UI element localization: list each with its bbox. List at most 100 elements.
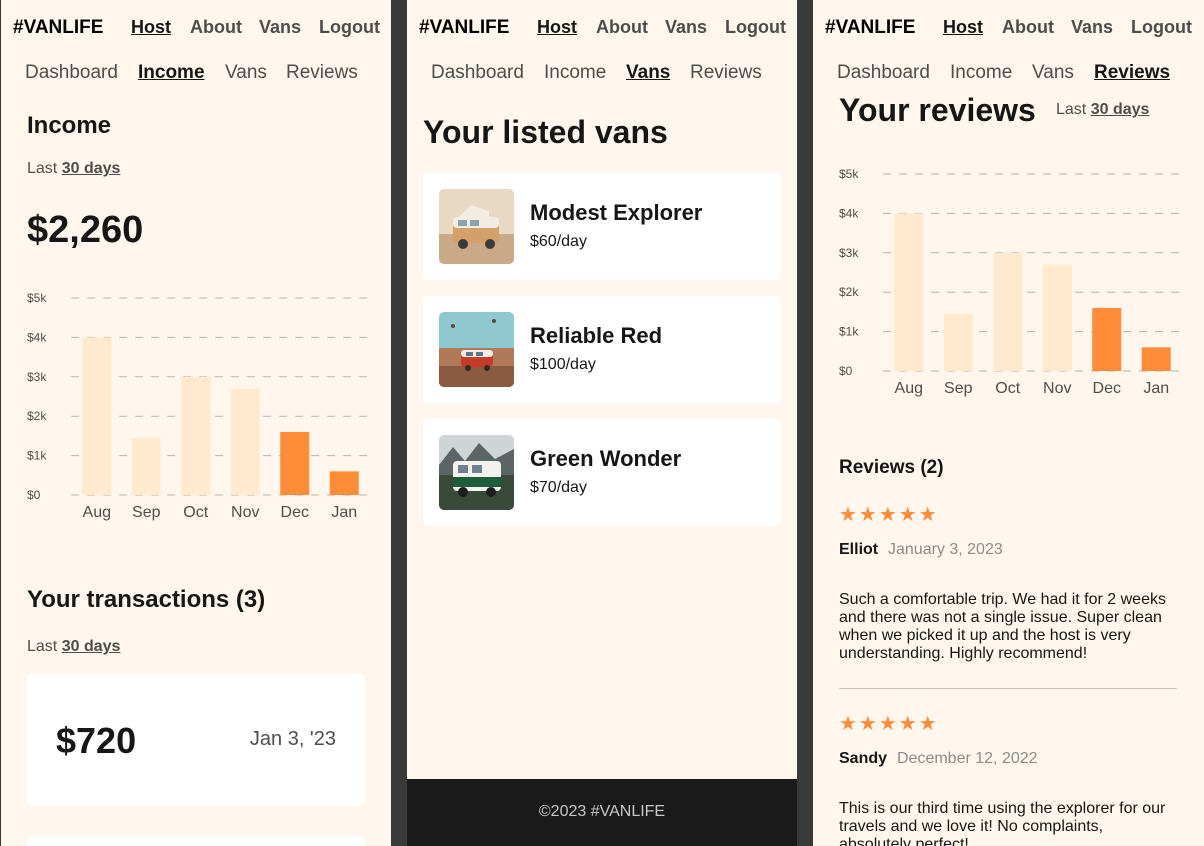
subnav-vans[interactable]: Vans <box>626 62 670 84</box>
review-date: January 3, 2023 <box>888 541 1003 558</box>
x-tick-label: Dec <box>281 504 309 521</box>
x-tick-label: Aug <box>895 380 923 397</box>
x-tick-label: Oct <box>995 380 1020 397</box>
van-card[interactable]: Reliable Red $100/day <box>423 296 781 403</box>
y-tick-label: $1k <box>27 449 47 463</box>
x-tick-label: Nov <box>1043 380 1071 397</box>
reviews-panel: #VANLIFE Host About Vans Logout Dashboar… <box>813 0 1204 846</box>
nav-logout[interactable]: Logout <box>725 17 786 38</box>
nav-host[interactable]: Host <box>537 17 577 38</box>
x-tick-label: Nov <box>231 504 259 521</box>
star-rating: ★★★★★ <box>839 504 939 526</box>
subnav-income[interactable]: Income <box>138 62 205 84</box>
bar-aug <box>894 213 924 371</box>
subnav-reviews[interactable]: Reviews <box>286 62 358 84</box>
y-tick-label: $3k <box>27 370 47 384</box>
nav-host[interactable]: Host <box>131 17 171 38</box>
x-tick-label: Oct <box>183 504 208 521</box>
x-tick-label: Jan <box>331 504 357 521</box>
period-prefix: Last <box>27 638 58 655</box>
transaction-card: $720 Jan 3, '23 <box>27 674 365 806</box>
vans-panel: #VANLIFE Host About Vans Logout Dashboar… <box>407 0 797 846</box>
nav-vans[interactable]: Vans <box>1071 17 1113 38</box>
subnav-vans[interactable]: Vans <box>1032 62 1074 84</box>
van-image <box>439 189 514 264</box>
y-tick-label: $0 <box>27 488 41 502</box>
y-tick-label: $5k <box>839 167 859 181</box>
subnav-income[interactable]: Income <box>950 62 1012 84</box>
bar-dec <box>1092 307 1122 371</box>
income-bar-chart: $0 $1k $2k $3k $4k $5k Aug Sep Oct Nov Dec Jan <box>27 291 368 521</box>
subnav-income[interactable]: Income <box>544 62 606 84</box>
x-tick-label: Dec <box>1093 380 1121 397</box>
x-tick-label: Aug <box>83 504 111 521</box>
review-text: This is our third time using the explore… <box>839 800 1166 846</box>
nav-logout[interactable]: Logout <box>319 17 380 38</box>
van-image <box>439 435 514 510</box>
star-rating: ★★★★★ <box>839 713 939 735</box>
review-text: Such a comfortable trip. We had it for 2… <box>839 591 1166 662</box>
page-title: Your reviews <box>839 92 1036 128</box>
period-prefix: Last <box>1056 101 1087 118</box>
period-link[interactable]: 30 days <box>1091 101 1150 118</box>
y-tick-label: $5k <box>27 291 47 305</box>
period-prefix: Last <box>27 160 58 177</box>
page-title: Income <box>27 112 112 139</box>
nav-vans[interactable]: Vans <box>259 17 301 38</box>
brand-logo[interactable]: #VANLIFE <box>825 17 915 39</box>
nav-host[interactable]: Host <box>943 17 983 38</box>
van-price: $100/day <box>530 356 596 373</box>
transaction-amount: $720 <box>56 720 137 761</box>
period-selector: Last 30 days <box>27 160 120 178</box>
period-link[interactable]: 30 days <box>62 638 121 655</box>
bar-aug <box>82 337 112 495</box>
reviews-heading: Reviews (2) <box>839 457 944 478</box>
nav-about[interactable]: About <box>190 17 242 38</box>
y-tick-label: $3k <box>839 246 859 260</box>
income-panel: #VANLIFE Host About Vans Logout Dashboar… <box>1 0 391 846</box>
bar-nov <box>1042 264 1072 371</box>
brand-logo[interactable]: #VANLIFE <box>419 17 509 39</box>
x-tick-label: Sep <box>944 380 973 397</box>
y-tick-label: $4k <box>839 206 859 220</box>
x-tick-label: Jan <box>1143 380 1169 397</box>
x-tick-label: Sep <box>132 504 161 521</box>
review-divider <box>839 688 1177 689</box>
van-card[interactable]: Green Wonder $70/day <box>423 419 781 526</box>
bar-jan <box>329 471 359 495</box>
y-tick-label: $0 <box>839 364 853 378</box>
subnav-dashboard[interactable]: Dashboard <box>837 62 930 84</box>
bar-oct <box>181 376 211 495</box>
income-total: $2,260 <box>27 209 144 251</box>
nav-logout[interactable]: Logout <box>1131 17 1192 38</box>
bar-oct <box>993 252 1023 371</box>
subnav-reviews[interactable]: Reviews <box>690 62 762 84</box>
van-image <box>439 312 514 387</box>
subnav-dashboard[interactable]: Dashboard <box>431 62 524 84</box>
transactions-title: Your transactions (3) <box>27 586 266 613</box>
subnav-vans[interactable]: Vans <box>225 62 267 84</box>
subnav-dashboard[interactable]: Dashboard <box>25 62 118 84</box>
top-nav: #VANLIFE Host About Vans Logout <box>407 0 797 56</box>
y-tick-label: $4k <box>27 330 47 344</box>
top-nav: #VANLIFE Host About Vans Logout <box>1 0 391 56</box>
period-link[interactable]: 30 days <box>62 160 121 177</box>
reviewer-name: Elliot <box>839 541 879 558</box>
nav-about[interactable]: About <box>596 17 648 38</box>
van-name: Reliable Red <box>530 323 663 348</box>
nav-about[interactable]: About <box>1002 17 1054 38</box>
bar-sep <box>943 313 973 371</box>
reviewer-name: Sandy <box>839 750 888 767</box>
y-tick-label: $2k <box>839 285 859 299</box>
bar-sep <box>131 437 161 495</box>
van-name: Green Wonder <box>530 446 682 471</box>
van-card[interactable]: Modest Explorer $60/day <box>423 173 781 280</box>
van-name: Modest Explorer <box>530 200 703 225</box>
brand-logo[interactable]: #VANLIFE <box>13 17 103 39</box>
top-nav: #VANLIFE Host About Vans Logout <box>813 0 1204 56</box>
van-price: $60/day <box>530 233 587 250</box>
transactions-period: Last 30 days <box>27 638 120 656</box>
subnav-reviews[interactable]: Reviews <box>1094 62 1170 84</box>
y-tick-label: $2k <box>27 409 47 423</box>
nav-vans[interactable]: Vans <box>665 17 707 38</box>
